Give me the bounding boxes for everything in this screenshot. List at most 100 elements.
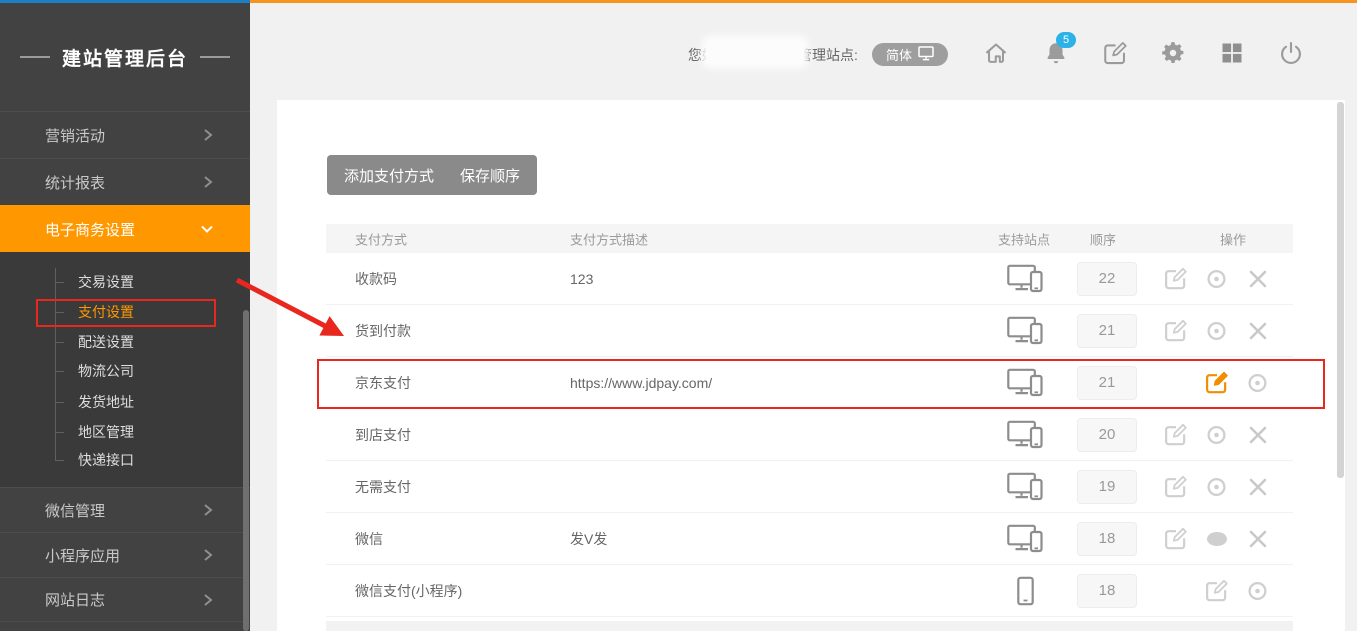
order-input[interactable]: 18 xyxy=(1077,574,1137,608)
table-row: 微信支付(小程序) 18 xyxy=(326,565,1293,617)
order-input[interactable]: 21 xyxy=(1077,366,1137,400)
chevron-right-icon xyxy=(202,548,214,562)
monitor-icon xyxy=(918,46,934,64)
eye-icon[interactable] xyxy=(1237,371,1278,395)
content-panel: 添加支付方式 保存顺序 支付方式 支付方式描述 支持站点 顺序 操作 收款码 12… xyxy=(277,100,1345,631)
language-pill-label: 简体 xyxy=(886,45,912,64)
save-order-button[interactable]: 保存顺序 xyxy=(443,155,537,195)
edit-icon[interactable] xyxy=(1155,526,1196,551)
row-operations xyxy=(1155,461,1278,512)
submenu-item-delivery-settings[interactable]: 配送设置 xyxy=(78,328,134,356)
user-name-redacted xyxy=(706,40,804,64)
sidebar-item-miniprogram[interactable]: 小程序应用 xyxy=(0,532,250,577)
eye-icon[interactable] xyxy=(1196,319,1237,343)
sidebar-item-marketing[interactable]: 营销活动 xyxy=(0,111,250,158)
submenu-item-logistics-company[interactable]: 物流公司 xyxy=(78,357,134,385)
edit-icon[interactable] xyxy=(1155,422,1196,447)
title-dash-right xyxy=(200,56,230,58)
sidebar-item-wechat[interactable]: 微信管理 xyxy=(0,487,250,532)
submenu-item-region-management[interactable]: 地区管理 xyxy=(78,418,134,446)
gear-icon[interactable] xyxy=(1159,39,1187,67)
language-site-pill[interactable]: 简体 xyxy=(872,43,948,66)
payment-method-description: 发V发 xyxy=(570,529,607,549)
column-header-operations: 操作 xyxy=(1220,229,1246,248)
row-operations xyxy=(1155,253,1278,304)
submenu-item-express-interface[interactable]: 快递接口 xyxy=(78,446,134,474)
eye-icon[interactable] xyxy=(1237,579,1278,603)
order-input[interactable]: 19 xyxy=(1077,470,1137,504)
sidebar-scrollbar[interactable] xyxy=(243,310,249,631)
row-operations xyxy=(1155,357,1278,408)
payment-method-name: 微信支付(小程序) xyxy=(355,581,462,601)
edit-active-icon[interactable] xyxy=(1196,370,1237,395)
apps-grid-icon[interactable] xyxy=(1218,39,1246,67)
close-icon[interactable] xyxy=(1237,476,1278,498)
phone-icon xyxy=(1003,576,1047,605)
submenu-label: 交易设置 xyxy=(78,274,134,290)
panel-scrollbar[interactable] xyxy=(1337,102,1344,478)
monitor-phone-icon xyxy=(1003,368,1047,397)
eye-off-icon[interactable] xyxy=(1196,527,1237,551)
submenu-label: 快递接口 xyxy=(78,452,134,468)
notification-badge: 5 xyxy=(1056,32,1076,48)
submenu-label: 支付设置 xyxy=(78,304,134,320)
submenu-label: 物流公司 xyxy=(78,363,134,379)
monitor-phone-icon xyxy=(1003,472,1047,501)
sidebar: 建站管理后台 营销活动 统计报表 电子商务设置 交易设置 支付设置 配送设置 物… xyxy=(0,3,250,631)
edit-icon[interactable] xyxy=(1196,578,1237,603)
chevron-down-icon xyxy=(200,223,214,235)
row-operations xyxy=(1155,305,1278,356)
home-icon[interactable] xyxy=(982,39,1010,67)
payment-method-name: 货到付款 xyxy=(355,321,411,341)
table-header: 支付方式 支付方式描述 支持站点 顺序 操作 xyxy=(326,224,1293,253)
payment-method-name: 京东支付 xyxy=(355,373,411,393)
add-payment-method-button[interactable]: 添加支付方式 xyxy=(327,155,451,195)
chevron-right-icon xyxy=(202,593,214,607)
edit-icon[interactable] xyxy=(1155,318,1196,343)
sidebar-item-ecommerce-settings[interactable]: 电子商务设置 xyxy=(0,205,250,252)
table-body: 收款码 123 22 货到付款 21 京东支付 https://www.jdpay.com/… xyxy=(326,253,1293,617)
submenu-label: 发货地址 xyxy=(78,394,134,410)
topbar-orange-strip xyxy=(250,0,1357,3)
order-input[interactable]: 22 xyxy=(1077,262,1137,296)
table-row: 无需支付 19 xyxy=(326,461,1293,513)
column-header-description: 支付方式描述 xyxy=(570,229,648,248)
payment-method-description: https://www.jdpay.com/ xyxy=(570,375,712,391)
payment-method-description: 123 xyxy=(570,271,593,287)
submenu-label: 地区管理 xyxy=(78,424,134,440)
sidebar-item-site-logs[interactable]: 网站日志 xyxy=(0,577,250,622)
sidebar-item-label: 统计报表 xyxy=(45,172,105,193)
eye-icon[interactable] xyxy=(1196,423,1237,447)
payment-methods-table: 支付方式 支付方式描述 支持站点 顺序 操作 收款码 123 22 货到付款 21 京东支… xyxy=(326,224,1293,617)
edit-icon[interactable] xyxy=(1155,474,1196,499)
sidebar-item-label: 网站日志 xyxy=(45,589,105,610)
submenu-item-payment-settings[interactable]: 支付设置 xyxy=(78,298,134,326)
order-input[interactable]: 18 xyxy=(1077,522,1137,556)
submenu-item-shipping-address[interactable]: 发货地址 xyxy=(78,388,134,416)
sidebar-item-label: 小程序应用 xyxy=(45,545,120,566)
eye-icon[interactable] xyxy=(1196,475,1237,499)
payment-method-name: 微信 xyxy=(355,529,383,549)
compose-icon[interactable] xyxy=(1101,39,1129,67)
payment-method-name: 收款码 xyxy=(355,269,397,289)
column-header-payment-method: 支付方式 xyxy=(355,229,407,248)
close-icon[interactable] xyxy=(1237,268,1278,290)
power-icon[interactable] xyxy=(1277,39,1305,67)
app-title-text: 建站管理后台 xyxy=(62,44,188,71)
close-icon[interactable] xyxy=(1237,424,1278,446)
close-icon[interactable] xyxy=(1237,528,1278,550)
payment-method-name: 无需支付 xyxy=(355,477,411,497)
monitor-phone-icon xyxy=(1003,524,1047,553)
sidebar-item-reports[interactable]: 统计报表 xyxy=(0,158,250,205)
order-input[interactable]: 20 xyxy=(1077,418,1137,452)
app-title: 建站管理后台 xyxy=(0,39,250,75)
submenu-item-trade-settings[interactable]: 交易设置 xyxy=(78,268,134,296)
order-input[interactable]: 21 xyxy=(1077,314,1137,348)
table-row: 收款码 123 22 xyxy=(326,253,1293,305)
row-operations xyxy=(1155,513,1278,564)
chevron-right-icon xyxy=(202,128,214,142)
eye-icon[interactable] xyxy=(1196,267,1237,291)
close-icon[interactable] xyxy=(1237,320,1278,342)
title-dash-left xyxy=(20,56,50,58)
edit-icon[interactable] xyxy=(1155,266,1196,291)
